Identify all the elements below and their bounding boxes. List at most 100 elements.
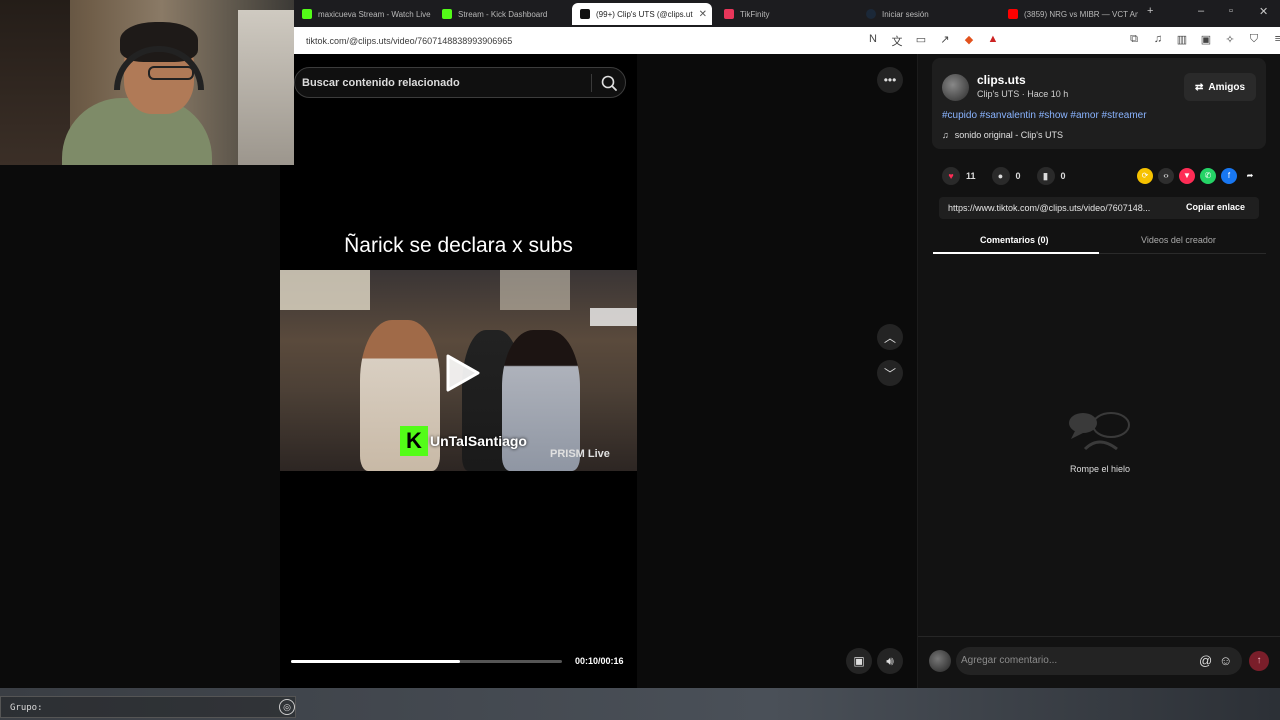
repost-icon[interactable]: ⟳ (1137, 168, 1153, 184)
vpn-icon[interactable]: ⛉ (1247, 33, 1261, 46)
screen: maxicueva Stream - Watch Live Stream - K… (0, 0, 1280, 720)
tikfinity-icon (724, 9, 734, 19)
close-window-icon[interactable]: ✕ (1259, 5, 1268, 18)
glasses-icon (148, 66, 194, 80)
sound-title: sonido original - Clip's UTS (954, 130, 1064, 140)
browser-tab-3[interactable]: (99+) Clip's UTS (@clips.ut ✕ (572, 3, 712, 25)
friends-button[interactable]: ⇄ Amigos (1184, 73, 1256, 101)
group-field[interactable] (0, 696, 296, 718)
tab-comments[interactable]: Comentarios (0) (980, 235, 1049, 245)
pip-icon: ▣ (853, 654, 865, 668)
comment-input[interactable]: Agregar comentario... @ ☺ (956, 647, 1242, 675)
mention-icon[interactable]: @ (1199, 653, 1212, 668)
play-icon[interactable] (442, 352, 482, 394)
facebook-icon[interactable]: f (1221, 168, 1237, 184)
share-buttons: ⟳ ‹› ▼ ✆ f ➦ (1137, 168, 1258, 184)
address-bar[interactable]: tiktok.com/@clips.uts/video/760714883899… (294, 27, 1280, 54)
webcam-overlay (0, 0, 294, 165)
avatar (929, 650, 951, 672)
emoji-icon[interactable]: ☺ (1219, 653, 1232, 668)
video-progress-bar[interactable] (291, 660, 562, 663)
webcam-shelf (238, 10, 294, 165)
empty-comments-text: Rompe el hielo (1069, 464, 1131, 474)
tiktok-icon (580, 9, 590, 19)
steam-icon (866, 9, 876, 19)
search-input[interactable]: Buscar contenido relacionado (302, 77, 460, 89)
floating-player-button[interactable]: ▣ (846, 648, 872, 674)
embed-icon[interactable]: ‹› (1158, 168, 1174, 184)
volume-button[interactable]: 🔊︎ (877, 648, 903, 674)
share-link-box: https://www.tiktok.com/@clips.uts/video/… (939, 197, 1259, 219)
youtube-icon (1008, 9, 1018, 19)
url-text[interactable]: tiktok.com/@clips.uts/video/760714883899… (306, 36, 512, 46)
hashtags[interactable]: #cupido #sanvalentin #show #amor #stream… (942, 110, 1147, 121)
translate-off-icon[interactable]: N (866, 33, 880, 49)
arrow-up-icon: ↑ (1256, 655, 1262, 666)
more-options-button[interactable]: ••• (877, 67, 903, 93)
avatar[interactable] (942, 74, 969, 101)
details-panel: clips.uts Clip's UTS · Hace 10 h ⇄ Amigo… (917, 54, 1280, 688)
send-to-friends-icon[interactable]: ▼ (1179, 168, 1195, 184)
sidebar-icon[interactable]: ▥ (1175, 33, 1189, 46)
ai-icon[interactable]: ✧ (1223, 33, 1237, 46)
screenshot-icon[interactable]: ⧉ (1127, 33, 1141, 46)
prism-watermark: PRISM Live (550, 448, 610, 460)
tab-title: Iniciar sesión (882, 9, 929, 19)
tab-title: Stream - Kick Dashboard (458, 9, 548, 19)
comment-count: 0 (1015, 171, 1021, 181)
tab-title: maxicueva Stream - Watch Live (318, 9, 431, 19)
group-label: Grupo: (10, 703, 43, 713)
empty-comments-icon (1069, 412, 1130, 451)
search-divider (591, 74, 592, 92)
video-time: 00:10/00:16 (575, 656, 624, 666)
sound-link[interactable]: ♫ sonido original - Clip's UTS (942, 130, 1063, 140)
brave-shield-icon[interactable]: ◆ (962, 33, 976, 49)
share-link[interactable]: https://www.tiktok.com/@clips.uts/video/… (948, 203, 1173, 213)
whatsapp-icon[interactable]: ✆ (1200, 168, 1216, 184)
browser-tab-6[interactable]: (3859) NRG vs MIBR — VCT Am (1000, 3, 1138, 25)
tab-creator-videos[interactable]: Videos del creador (1141, 235, 1216, 245)
background-sign (500, 270, 570, 310)
tab-title: TikFinity (740, 9, 770, 19)
translate-icon[interactable]: 文 (890, 33, 904, 49)
browser-tab-4[interactable]: TikFinity (716, 3, 856, 25)
new-tab-icon[interactable]: + (1147, 5, 1153, 17)
cast-icon[interactable]: ▭ (914, 33, 928, 49)
close-icon[interactable]: ✕ (699, 9, 707, 20)
toolbar-icons: N 文 ▭ ↗ ◆ ▲ (866, 33, 1000, 49)
next-video-button[interactable]: ﹀ (877, 360, 903, 386)
browser-tab-2[interactable]: Stream - Kick Dashboard (434, 3, 570, 25)
background-lights (280, 270, 370, 310)
panel-tabs: Comentarios (0) Videos del creador (933, 230, 1266, 254)
author-card: clips.uts Clip's UTS · Hace 10 h ⇄ Amigo… (932, 58, 1266, 149)
bookmark-icon[interactable]: ▮ (1036, 167, 1055, 185)
taskbar: Grupo: ◎ (0, 688, 1280, 720)
minimize-icon[interactable]: – (1198, 5, 1204, 17)
music-icon[interactable]: ♫ (1151, 33, 1165, 46)
share-arrow-icon[interactable]: ➦ (1242, 168, 1258, 184)
send-button[interactable]: ↑ (1249, 651, 1269, 671)
menu-icon[interactable]: ≡ (1271, 33, 1280, 46)
browser-tab-5[interactable]: Iniciar sesión (858, 3, 998, 25)
chevron-up-icon: ︿ (883, 330, 896, 345)
video-progress-fill (291, 660, 461, 663)
friends-button-label: Amigos (1208, 81, 1246, 93)
heart-icon[interactable]: ♥ (942, 167, 960, 185)
settings-icon[interactable]: ◎ (279, 699, 295, 715)
previous-video-button[interactable]: ︿ (877, 324, 903, 350)
browser-tab-1[interactable]: maxicueva Stream - Watch Live (294, 3, 432, 25)
save-count: 0 (1060, 171, 1066, 181)
comment-icon[interactable]: ● (991, 167, 1010, 185)
author-handle[interactable]: clips.uts (977, 73, 1026, 87)
maximize-icon[interactable]: ▫ (1229, 5, 1233, 17)
tab-title: (3859) NRG vs MIBR — VCT Am (1024, 9, 1138, 19)
tab-title: (99+) Clip's UTS (@clips.ut (596, 9, 693, 19)
share-icon[interactable]: ↗ (938, 33, 952, 49)
copy-link-button[interactable]: Copiar enlace (1186, 202, 1245, 212)
brave-rewards-icon[interactable]: ▲ (986, 33, 1000, 49)
active-tab-indicator (933, 252, 1099, 254)
video-frame[interactable]: K UnTalSantiago PRISM Live (280, 270, 637, 471)
search-icon[interactable] (599, 73, 619, 93)
wallet-icon[interactable]: ▣ (1199, 33, 1213, 46)
search-bar[interactable]: Buscar contenido relacionado (294, 67, 626, 98)
